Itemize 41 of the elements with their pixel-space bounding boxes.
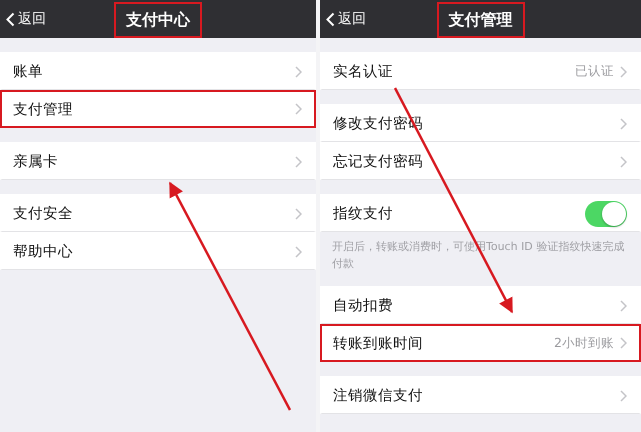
- row-label: 支付安全: [13, 204, 74, 223]
- back-button[interactable]: 返回: [326, 10, 366, 28]
- settings-row[interactable]: 实名认证 已认证: [320, 52, 641, 90]
- settings-row[interactable]: 帮助中心: [0, 232, 316, 270]
- settings-row[interactable]: 账单: [0, 52, 316, 90]
- row-label: 转账到账时间: [333, 334, 424, 352]
- chevron-right-icon: [620, 118, 627, 130]
- back-button[interactable]: 返回: [6, 10, 46, 28]
- settings-row[interactable]: 自动扣费: [320, 286, 641, 324]
- row-label: 实名认证: [333, 62, 394, 81]
- settings-row[interactable]: 支付管理: [0, 90, 316, 128]
- row-label: 帮助中心: [13, 242, 74, 261]
- chevron-right-icon: [620, 156, 627, 168]
- row-value: 2小时到账: [554, 334, 614, 352]
- toggle-switch[interactable]: [585, 200, 627, 226]
- row-label: 支付管理: [13, 100, 74, 118]
- chevron-right-icon: [620, 390, 627, 402]
- chevron-left-icon: [326, 12, 335, 26]
- chevron-left-icon: [6, 12, 15, 26]
- chevron-right-icon: [295, 246, 302, 258]
- chevron-right-icon: [620, 300, 627, 312]
- row-label: 亲属卡: [13, 152, 59, 171]
- row-label: 指纹支付: [333, 205, 394, 223]
- settings-row[interactable]: 亲属卡: [0, 142, 316, 180]
- row-label: 忘记支付密码: [333, 152, 424, 171]
- screen-title: 支付管理: [436, 2, 524, 38]
- row-label: 自动扣费: [333, 297, 394, 315]
- settings-row[interactable]: 注销微信支付: [320, 376, 641, 414]
- settings-row[interactable]: 转账到账时间 2小时到账: [320, 324, 641, 362]
- chevron-right-icon: [295, 66, 302, 78]
- chevron-right-icon: [295, 156, 302, 168]
- row-value: 已认证: [575, 63, 614, 80]
- row-label: 注销微信支付: [333, 387, 424, 405]
- chevron-right-icon: [620, 66, 627, 78]
- chevron-right-icon: [295, 103, 302, 115]
- screen-title: 支付中心: [114, 2, 202, 38]
- chevron-right-icon: [620, 337, 627, 349]
- settings-row[interactable]: 支付安全: [0, 194, 316, 232]
- settings-row[interactable]: 忘记支付密码: [320, 142, 641, 180]
- chevron-right-icon: [295, 208, 302, 220]
- row-label: 账单: [13, 63, 44, 81]
